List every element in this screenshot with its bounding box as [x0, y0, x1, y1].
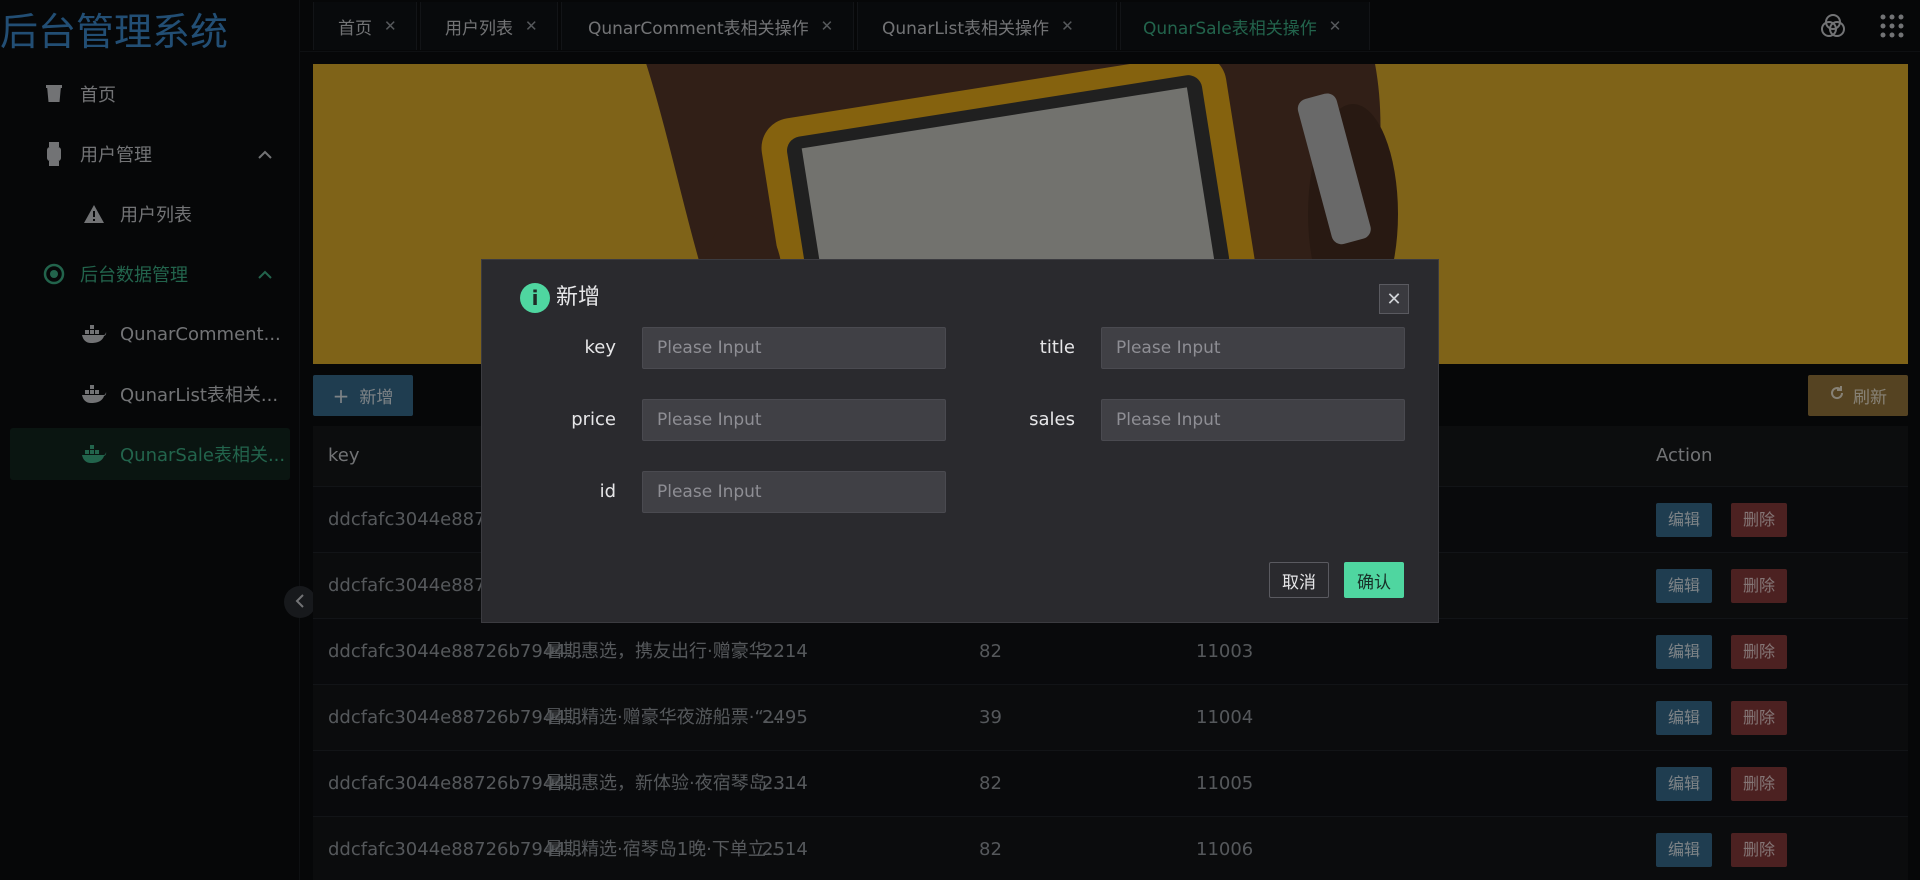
title-field-label: title	[1039, 337, 1075, 358]
info-icon: i	[520, 283, 550, 313]
dialog-close-button[interactable]: ✕	[1379, 284, 1409, 314]
price-field-label: price	[571, 409, 616, 430]
sales-field-label: sales	[1029, 409, 1075, 430]
price-input[interactable]	[642, 399, 946, 441]
confirm-button[interactable]: 确认	[1344, 562, 1404, 598]
add-dialog: i 新增 ✕ key title price sales id 取消 确认	[481, 259, 1439, 623]
id-input[interactable]	[642, 471, 946, 513]
dialog-title: 新增	[556, 285, 601, 310]
id-field-label: id	[599, 481, 616, 502]
sales-input[interactable]	[1101, 399, 1405, 441]
close-icon: ✕	[1386, 288, 1402, 310]
title-input[interactable]	[1101, 327, 1405, 369]
cancel-button[interactable]: 取消	[1269, 562, 1329, 598]
app-root: 后台管理系统 首页 用户管理 用户列表 后台数据管理 QunarComment.…	[0, 0, 1920, 880]
key-input[interactable]	[642, 327, 946, 369]
key-field-label: key	[584, 337, 616, 358]
